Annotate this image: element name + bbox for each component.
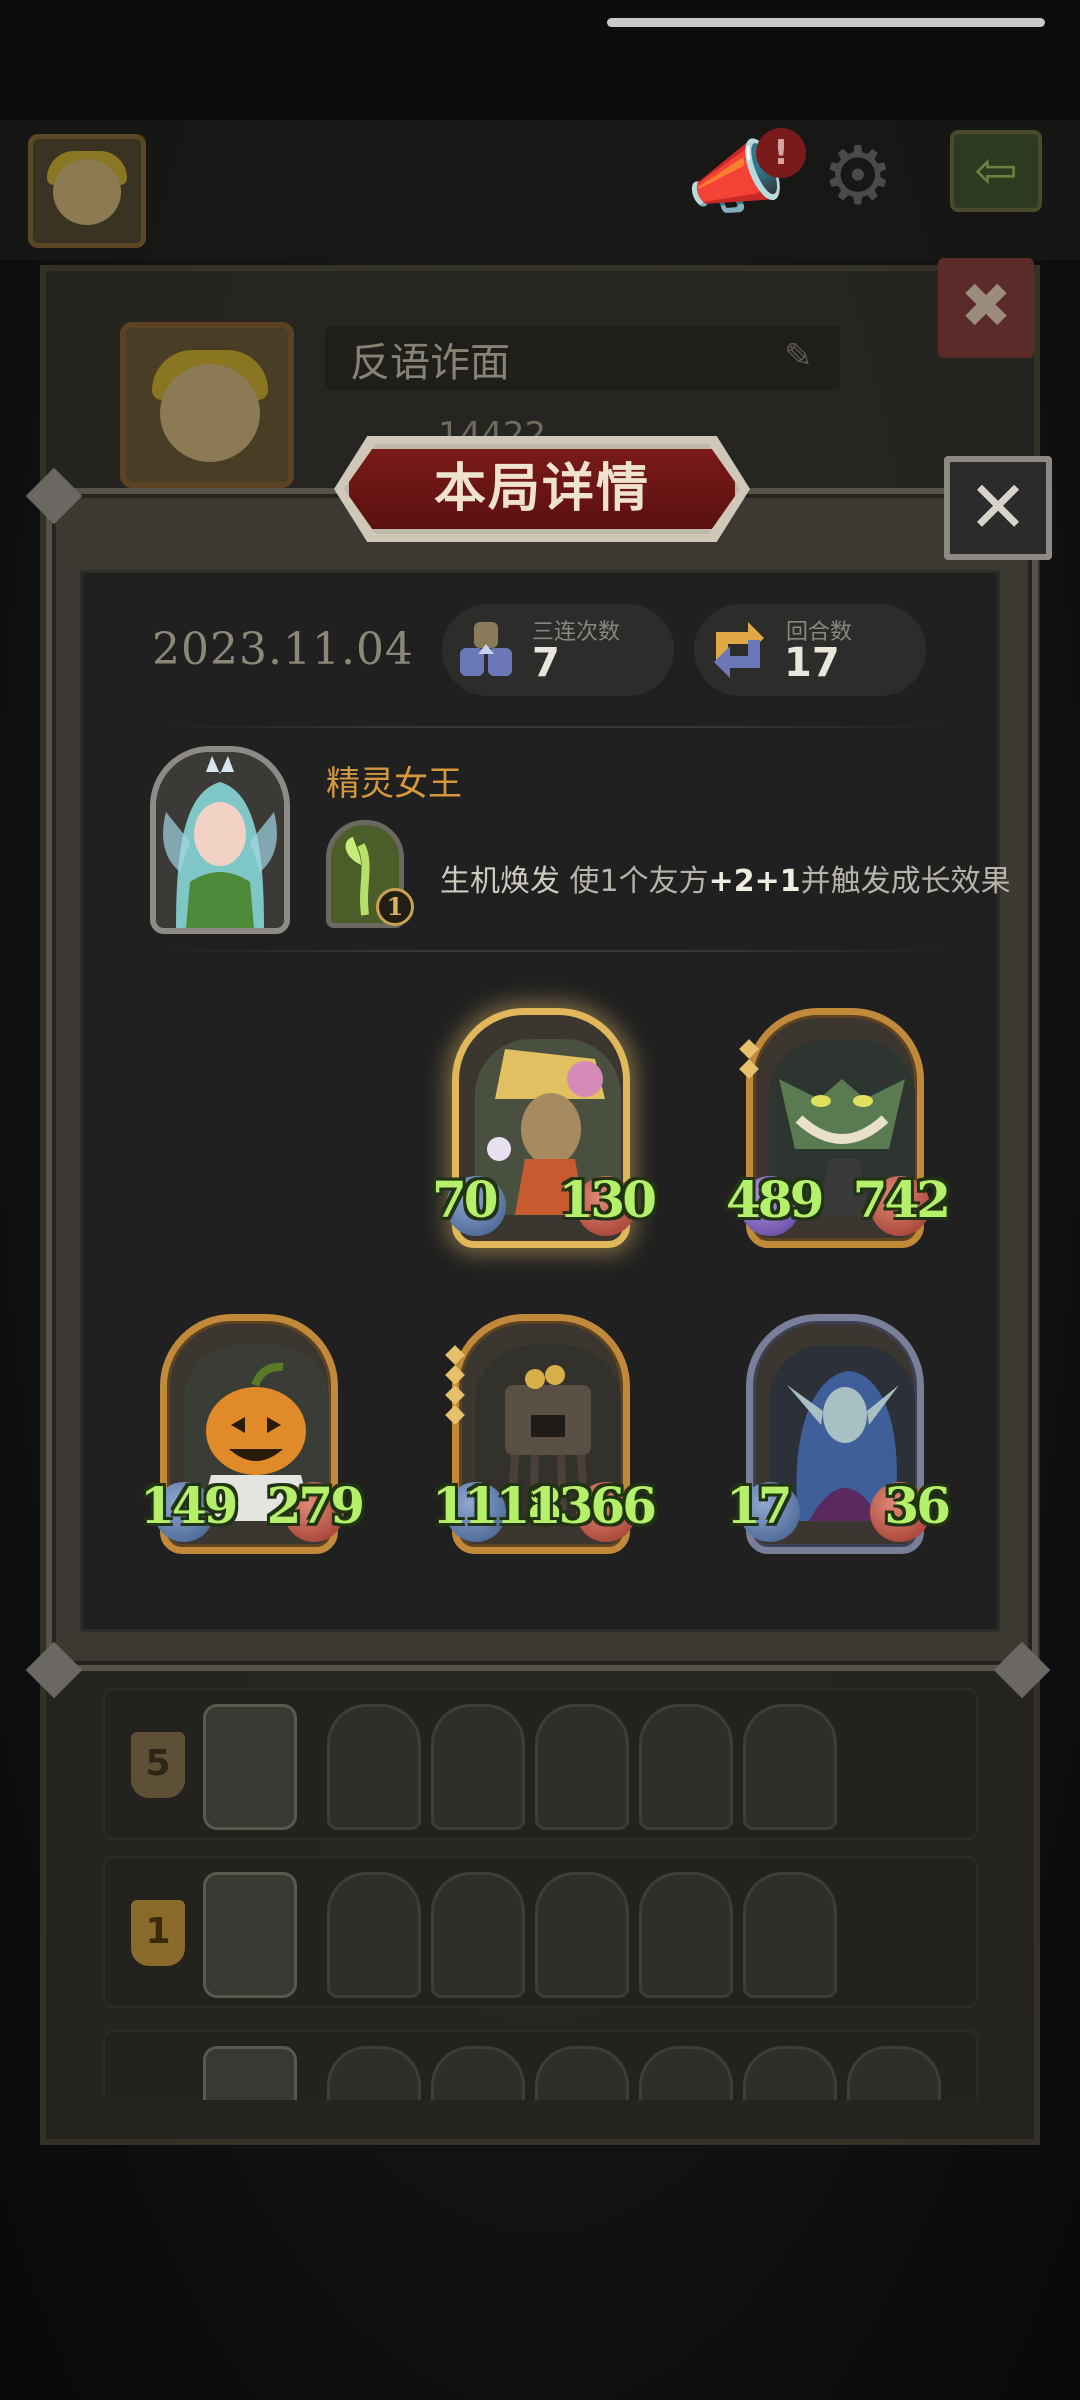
minion-attack: 149 [140, 1476, 238, 1535]
close-icon: ✕ [967, 465, 1029, 549]
minion-attack: 70 [432, 1170, 499, 1229]
arrow-left-icon: ⇦ [974, 141, 1018, 201]
mini-minion-card [327, 1872, 421, 1998]
mini-minion-card [743, 2046, 837, 2100]
minion-attack: 489 [726, 1170, 824, 1229]
minion-health: 279 [266, 1476, 365, 1535]
rounds-value: 17 [784, 640, 840, 686]
profile-close-button[interactable]: ✖ [938, 258, 1034, 358]
hero-portrait[interactable] [150, 746, 290, 934]
minion-attack: 17 [726, 1476, 793, 1535]
rounds-cycle-icon [714, 622, 764, 678]
team-row[interactable] [103, 2030, 978, 2100]
triple-cards-icon [460, 622, 512, 676]
mini-minion-card [743, 1704, 837, 1830]
divider [160, 726, 950, 728]
skill-name: 生机焕发 [440, 864, 560, 899]
mini-minion-card [535, 1872, 629, 1998]
minion-card[interactable]: 17 36 [726, 1314, 951, 1554]
divider [160, 950, 950, 952]
elf-queen-portrait [156, 752, 284, 928]
match-date: 2023.11.04 [152, 624, 414, 675]
minion-health: 742 [852, 1170, 951, 1229]
player-avatar-button[interactable] [28, 134, 146, 248]
gear-icon[interactable]: ⚙ [822, 136, 894, 216]
mini-minion-card [535, 1704, 629, 1830]
back-button[interactable]: ⇦ [950, 130, 1042, 212]
team-row[interactable]: 1 [103, 1856, 978, 2008]
tier-pips [739, 1039, 759, 1082]
profile-avatar [120, 322, 294, 488]
mini-hero-card [203, 1704, 297, 1830]
player-name: 反语诈面 [350, 340, 510, 386]
minion-card[interactable]: 70 130 [432, 1008, 657, 1248]
mini-hero-card [203, 2046, 297, 2100]
team-row-partial [103, 2030, 978, 2100]
modal-title: 本局详情 [433, 459, 650, 519]
mini-minion-card [327, 2046, 421, 2100]
mini-minion-card [431, 1704, 525, 1830]
mini-minion-card [743, 1872, 837, 1998]
profile-avatar-face [160, 364, 260, 462]
mini-minion-card [431, 1872, 525, 1998]
status-bar [0, 0, 1080, 120]
mini-minion-card [535, 2046, 629, 2100]
top-hud [0, 120, 1080, 260]
triples-value: 7 [532, 640, 560, 686]
skill-description: 生机焕发 使1个友方+2+1并触发成长效果 [440, 856, 1011, 900]
pencil-icon[interactable]: ✎ [784, 336, 813, 376]
mini-minion-card [431, 2046, 525, 2100]
tier-pips [445, 1345, 465, 1428]
game-screen: 📣 ! ⚙ ⇦ 反语诈面 ✎ 14422 ✖ 5 1 本局详情 ✕ 2023.1… [0, 0, 1080, 2400]
avatar-face [53, 159, 121, 225]
mini-minion-card [327, 1704, 421, 1830]
home-indicator [607, 18, 1045, 27]
mini-minion-card [639, 1872, 733, 1998]
mini-minion-card [639, 1704, 733, 1830]
skill-text-1: 使1个友方 [569, 864, 709, 899]
skill-level-badge: 1 [376, 888, 414, 926]
team-row[interactable]: 5 [103, 1688, 978, 1840]
mini-minion-card [639, 2046, 733, 2100]
close-button[interactable]: ✕ [944, 456, 1052, 560]
rank-badge: 1 [131, 1900, 185, 1966]
minion-health: 130 [558, 1170, 657, 1229]
hero-name: 精灵女王 [326, 764, 462, 804]
mini-minion-card [847, 2046, 941, 2100]
minion-health: 1366 [526, 1476, 657, 1535]
notice-badge: ! [756, 128, 806, 178]
minion-card[interactable]: 489 742 [726, 1008, 951, 1248]
skill-bonus: +2+1 [708, 864, 801, 899]
minion-card[interactable]: 1118 1366 [432, 1314, 657, 1554]
mini-hero-card [203, 1872, 297, 1998]
rank-badge: 5 [131, 1732, 185, 1798]
skill-text-2: 并触发成长效果 [800, 864, 1011, 899]
minion-card[interactable]: 149 279 [140, 1314, 365, 1554]
minion-health: 36 [884, 1476, 951, 1535]
